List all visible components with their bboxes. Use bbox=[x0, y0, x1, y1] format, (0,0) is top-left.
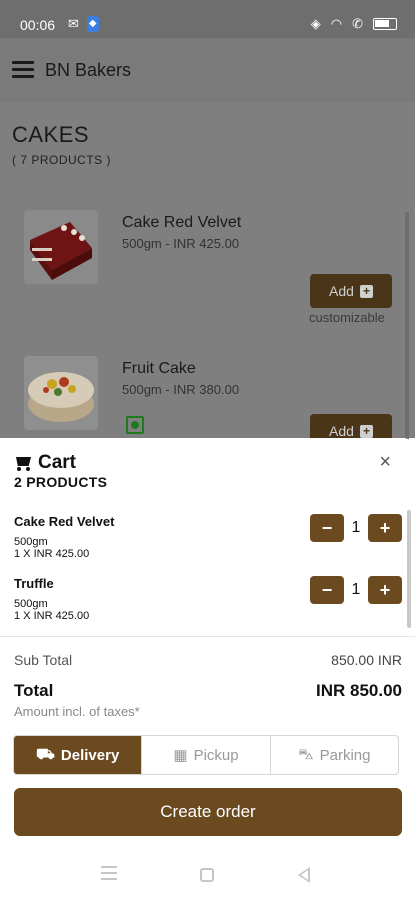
add-button[interactable]: Add + bbox=[310, 274, 392, 308]
truck-icon: ⛟ bbox=[36, 745, 55, 763]
tab-delivery[interactable]: ⛟ Delivery bbox=[14, 736, 143, 774]
product-name: Cake Red Velvet bbox=[122, 214, 242, 231]
quantity-value: 1 bbox=[351, 581, 361, 598]
increase-button[interactable]: + bbox=[368, 576, 402, 604]
status-time: 00:06 bbox=[20, 17, 56, 33]
eye-icon: ◈ bbox=[310, 16, 321, 31]
quantity-stepper: − 1 + bbox=[310, 514, 402, 542]
mail-icon: ✉ bbox=[68, 16, 79, 31]
cart-item-name: Truffle bbox=[14, 576, 54, 591]
create-order-button[interactable]: Create order bbox=[14, 788, 402, 836]
increase-button[interactable]: + bbox=[368, 514, 402, 542]
tab-pickup-label: Pickup bbox=[193, 746, 239, 764]
tax-note: Amount incl. of taxes* bbox=[14, 704, 140, 719]
close-icon[interactable]: × bbox=[379, 452, 391, 472]
tab-delivery-label: Delivery bbox=[60, 746, 120, 764]
total-label: Total bbox=[14, 681, 54, 700]
product-price: 500gm - INR 425.00 bbox=[122, 236, 240, 251]
cart-item-name: Cake Red Velvet bbox=[14, 514, 115, 529]
cart-header: Cart bbox=[14, 452, 76, 474]
tab-pickup[interactable]: ▦ Pickup bbox=[142, 736, 271, 774]
recent-apps-icon[interactable] bbox=[101, 866, 117, 884]
decrease-button[interactable]: − bbox=[310, 514, 344, 542]
subtotal-value: 850.00 INR bbox=[331, 652, 402, 668]
app-title: BN Bakers bbox=[45, 60, 132, 80]
call-icon: ✆ bbox=[352, 16, 363, 31]
cart-item-qty-price: 1 X INR 425.00 bbox=[14, 548, 90, 560]
quantity-stepper: − 1 + bbox=[310, 576, 402, 604]
wifi-icon: ◠ bbox=[330, 16, 343, 31]
product-image bbox=[24, 210, 98, 284]
cart-sheet: Cart 2 PRODUCTS × Cake Red Velvet 500gm … bbox=[0, 438, 415, 900]
subtotal-label: Sub Total bbox=[14, 652, 73, 668]
veg-indicator-icon bbox=[126, 416, 144, 434]
decrease-button[interactable]: − bbox=[310, 576, 344, 604]
product-list-overlay: CAKES ( 7 PRODUCTS ) Cake Red Velvet 500… bbox=[0, 102, 415, 448]
product-name: Fruit Cake bbox=[122, 360, 196, 377]
system-nav-bar bbox=[0, 852, 415, 900]
cart-scrollbar[interactable] bbox=[407, 510, 411, 628]
tab-parking[interactable]: ⛍ Parking bbox=[271, 736, 398, 774]
add-button-label: Add bbox=[329, 283, 354, 299]
cart-item-weight: 500gm bbox=[14, 536, 48, 548]
product-image bbox=[24, 356, 98, 430]
car-icon: ⛍ bbox=[298, 745, 314, 763]
cart-item-weight: 500gm bbox=[14, 598, 48, 610]
add-button-label: Add bbox=[329, 423, 354, 439]
status-bar: 00:06 ✉ ◆ ◈ ◠ ✆ bbox=[0, 0, 415, 38]
shield-icon: ◆ bbox=[86, 16, 99, 32]
home-icon[interactable] bbox=[200, 868, 214, 882]
plus-icon: + bbox=[359, 424, 373, 438]
app-bar: BN Bakers bbox=[0, 38, 415, 102]
customizable-note: customizable bbox=[309, 310, 385, 325]
product-price: 500gm - INR 380.00 bbox=[122, 382, 240, 397]
cart-title: Cart bbox=[38, 452, 77, 473]
page-scrollbar[interactable] bbox=[405, 212, 409, 440]
total-value: INR 850.00 bbox=[316, 681, 402, 700]
battery-icon bbox=[373, 18, 397, 30]
hamburger-menu-icon[interactable] bbox=[12, 61, 34, 79]
cart-item-qty-price: 1 X INR 425.00 bbox=[14, 610, 90, 622]
cart-product-count: 2 PRODUCTS bbox=[14, 474, 108, 490]
category-title: CAKES bbox=[12, 122, 90, 147]
cart-icon bbox=[14, 455, 32, 471]
store-icon: ▦ bbox=[173, 747, 188, 764]
plus-icon: + bbox=[359, 284, 373, 298]
divider bbox=[0, 636, 415, 637]
category-count: ( 7 PRODUCTS ) bbox=[12, 153, 112, 167]
back-icon[interactable] bbox=[298, 867, 310, 883]
order-mode-tabs: ⛟ Delivery ▦ Pickup ⛍ Parking bbox=[13, 735, 399, 775]
quantity-value: 1 bbox=[351, 519, 361, 536]
tab-parking-label: Parking bbox=[319, 746, 371, 764]
